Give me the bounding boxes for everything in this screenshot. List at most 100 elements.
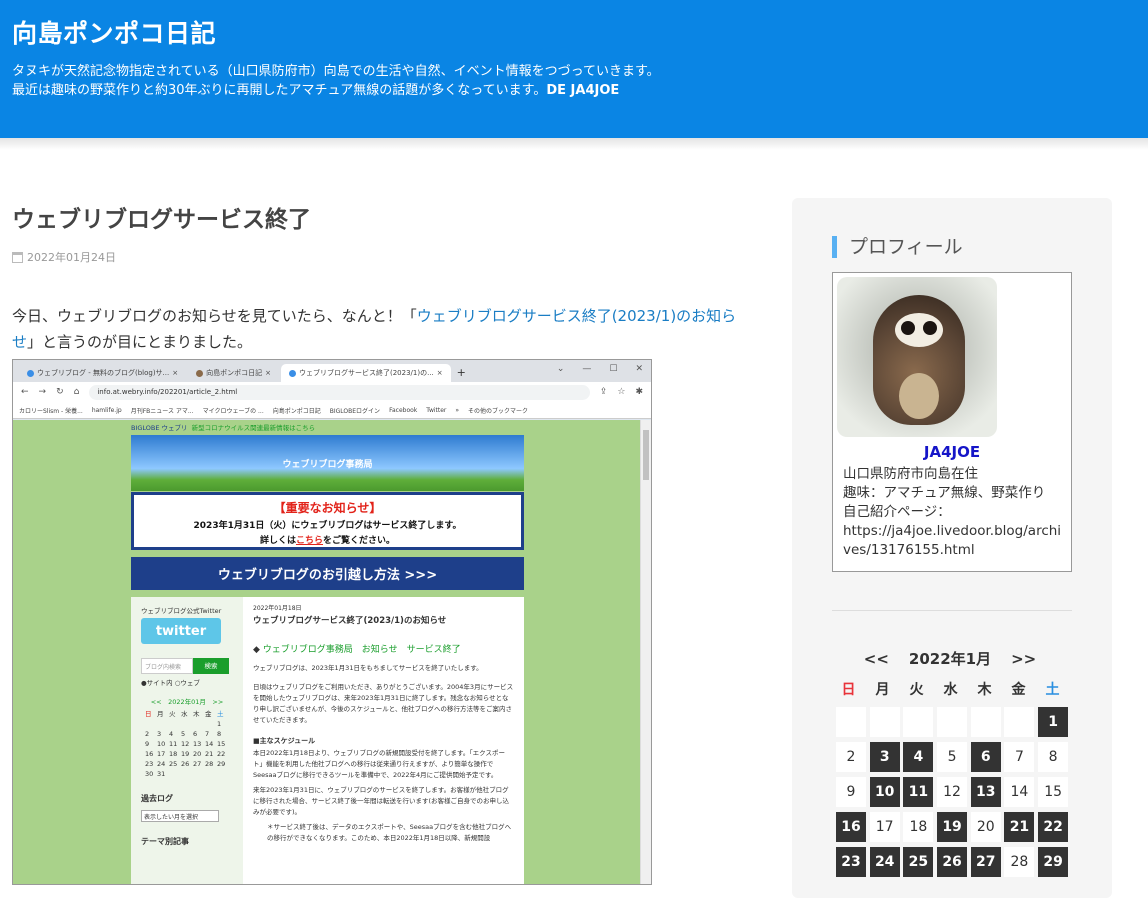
post-date-text: 2022年01月24日 (27, 251, 116, 264)
calendar-empty-cell (1004, 707, 1035, 737)
share-icon: ⇪ (599, 387, 608, 397)
scrollbar (640, 420, 651, 884)
browser-tab: 向島ポンポコ日記 × (188, 364, 279, 382)
calendar-icon (12, 251, 23, 263)
calendar-day[interactable]: 3 (869, 742, 900, 772)
calendar-day[interactable]: 25 (903, 847, 934, 877)
mini-weekday: 火 (169, 710, 176, 718)
mini-calendar: << 2022年01月 >> 日月火水木金土 1 2 3 4 5 6 7 8 9 10 11 12 13… (145, 697, 229, 779)
post-title[interactable]: ウェブリブログサービス終了 (12, 200, 311, 234)
embedded-screenshot[interactable]: ウェブリブログ - 無料のブログ(blog)サ... × 向島ポンポコ日記 × … (12, 359, 652, 885)
mini-day: 9 (145, 740, 150, 748)
calendar-day: 12 (937, 777, 968, 807)
calendar-day: 28 (1004, 847, 1035, 877)
webry-sidebar: ウェブリブログ公式Twitter twitter ブログ内検索 検索 ●サイト内 … (131, 597, 243, 884)
weekday-label: 木 (977, 682, 992, 698)
mini-day: 30 (145, 770, 154, 778)
calendar-day[interactable]: 10 (869, 777, 900, 807)
calendar-day[interactable]: 4 (903, 742, 934, 772)
mini-weekday: 金 (205, 710, 212, 718)
mini-day: 25 (169, 760, 178, 768)
calendar-empty-cell (869, 707, 900, 737)
calendar-title: 2022年1月 (908, 650, 992, 668)
calendar-day[interactable]: 11 (903, 777, 934, 807)
profile-heading: プロフィール (832, 236, 963, 258)
mini-day (181, 719, 193, 729)
calendar-day[interactable]: 29 (1038, 847, 1069, 877)
mini-day: 24 (157, 760, 166, 768)
mini-day: 15 (217, 740, 226, 748)
mini-day: 19 (181, 750, 190, 758)
extensions-icon: ✱ (635, 387, 643, 397)
mini-day: 13 (193, 740, 202, 748)
mini-weekday: 日 (145, 710, 152, 718)
calendar-day[interactable]: 23 (836, 847, 866, 877)
mini-day (181, 769, 193, 779)
site-header: 向島ポンポコ日記 タヌキが天然記念物指定されている（山口県防府市）向島での生活や… (0, 0, 1148, 138)
mini-day: 8 (217, 730, 222, 738)
mini-day: 2 (145, 730, 150, 738)
mini-weekday: 月 (157, 710, 164, 718)
mini-day (217, 769, 229, 779)
window-controls: ⌄ — ☐ ✕ (556, 364, 643, 374)
mini-day (157, 719, 169, 729)
mini-day: 18 (169, 750, 178, 758)
mini-day: 6 (193, 730, 198, 738)
browser-tabbar: ウェブリブログ - 無料のブログ(blog)サ... × 向島ポンポコ日記 × … (13, 360, 651, 382)
url-box: info.at.webry.info/202201/article_2.html (89, 384, 590, 400)
calendar-day: 2 (836, 742, 866, 772)
calendar-day[interactable]: 16 (836, 812, 866, 842)
calendar-weekdays: 日月火水木金土 (832, 679, 1072, 699)
browser-address-bar: ← → ↻ ⌂ info.at.webry.info/202201/article_2… (13, 382, 651, 402)
mini-day: 11 (169, 740, 178, 748)
mini-day (193, 719, 205, 729)
mini-weekday: 土 (217, 710, 224, 718)
divider (832, 610, 1072, 611)
mini-day: 14 (205, 740, 214, 748)
calendar-day: 8 (1038, 742, 1069, 772)
calendar-day: 17 (869, 812, 900, 842)
mini-day: 20 (193, 750, 202, 758)
browser-tab: ウェブリブログ - 無料のブログ(blog)サ... × (19, 364, 186, 382)
calendar-grid: 1 2 3 4 5 6 7 8 9 10 11 12 13 14 15 16 17 18 19 20 21 22 23 24 2… (836, 707, 1072, 877)
bookmarks-bar: カロリーSlism - 栄養... hamlife.jp 月刊FBニュース アマ..… (13, 402, 651, 419)
webry-favicon-icon (288, 369, 296, 377)
avatar (837, 277, 997, 437)
calendar-day[interactable]: 13 (970, 777, 1001, 807)
calendar-day[interactable]: 21 (1004, 812, 1035, 842)
reload-icon: ↻ (56, 387, 64, 397)
weekday-label: 水 (943, 682, 958, 698)
mini-day: 7 (205, 730, 210, 738)
calendar-day: 7 (1004, 742, 1035, 772)
calendar-day[interactable]: 6 (970, 742, 1001, 772)
calendar-empty-cell (903, 707, 934, 737)
tag-icon-list: ◆ ウェブリブログ事務局 お知らせ サービス終了 (253, 645, 461, 655)
mini-day (169, 769, 181, 779)
header-shadow (0, 138, 1148, 150)
weekday-label: 金 (1011, 682, 1026, 698)
mini-day: 22 (217, 750, 226, 758)
new-tab-icon: + (456, 366, 466, 379)
calendar-day[interactable]: 1 (1038, 707, 1069, 737)
forward-icon: → (38, 387, 47, 397)
calendar-day: 20 (970, 812, 1001, 842)
mini-day: 28 (205, 760, 214, 768)
site-title[interactable]: 向島ポンポコ日記 (12, 14, 216, 50)
moving-guide-banner: ウェブリブログのお引越し方法 >>> (131, 557, 524, 590)
sidebar: プロフィール JA4JOE 山口県防府市向島在住 趣味：アマチュア無線、野菜作り… (792, 198, 1112, 898)
calendar-day[interactable]: 26 (937, 847, 968, 877)
important-notice: 【重要なお知らせ】 2023年1月31日（火）にウェブリブログはサービス終了しま… (131, 492, 524, 550)
twitter-logo-icon: twitter (141, 618, 221, 644)
mini-day: 10 (157, 740, 166, 748)
calendar-day[interactable]: 19 (937, 812, 968, 842)
browser-tab-active: ウェブリブログサービス終了(2023/1)の... × (280, 364, 451, 382)
next-month-button[interactable]: >> (1011, 650, 1036, 668)
mini-day: 5 (181, 730, 186, 738)
prev-month-button[interactable]: << (864, 650, 889, 668)
mini-day (145, 719, 157, 729)
calendar-day[interactable]: 27 (970, 847, 1001, 877)
weekday-label: 土 (1045, 682, 1060, 698)
calendar-day[interactable]: 24 (869, 847, 900, 877)
calendar-day[interactable]: 22 (1038, 812, 1069, 842)
site-description: タヌキが天然記念物指定されている（山口県防府市）向島での生活や自然、イベント情報… (12, 62, 660, 100)
